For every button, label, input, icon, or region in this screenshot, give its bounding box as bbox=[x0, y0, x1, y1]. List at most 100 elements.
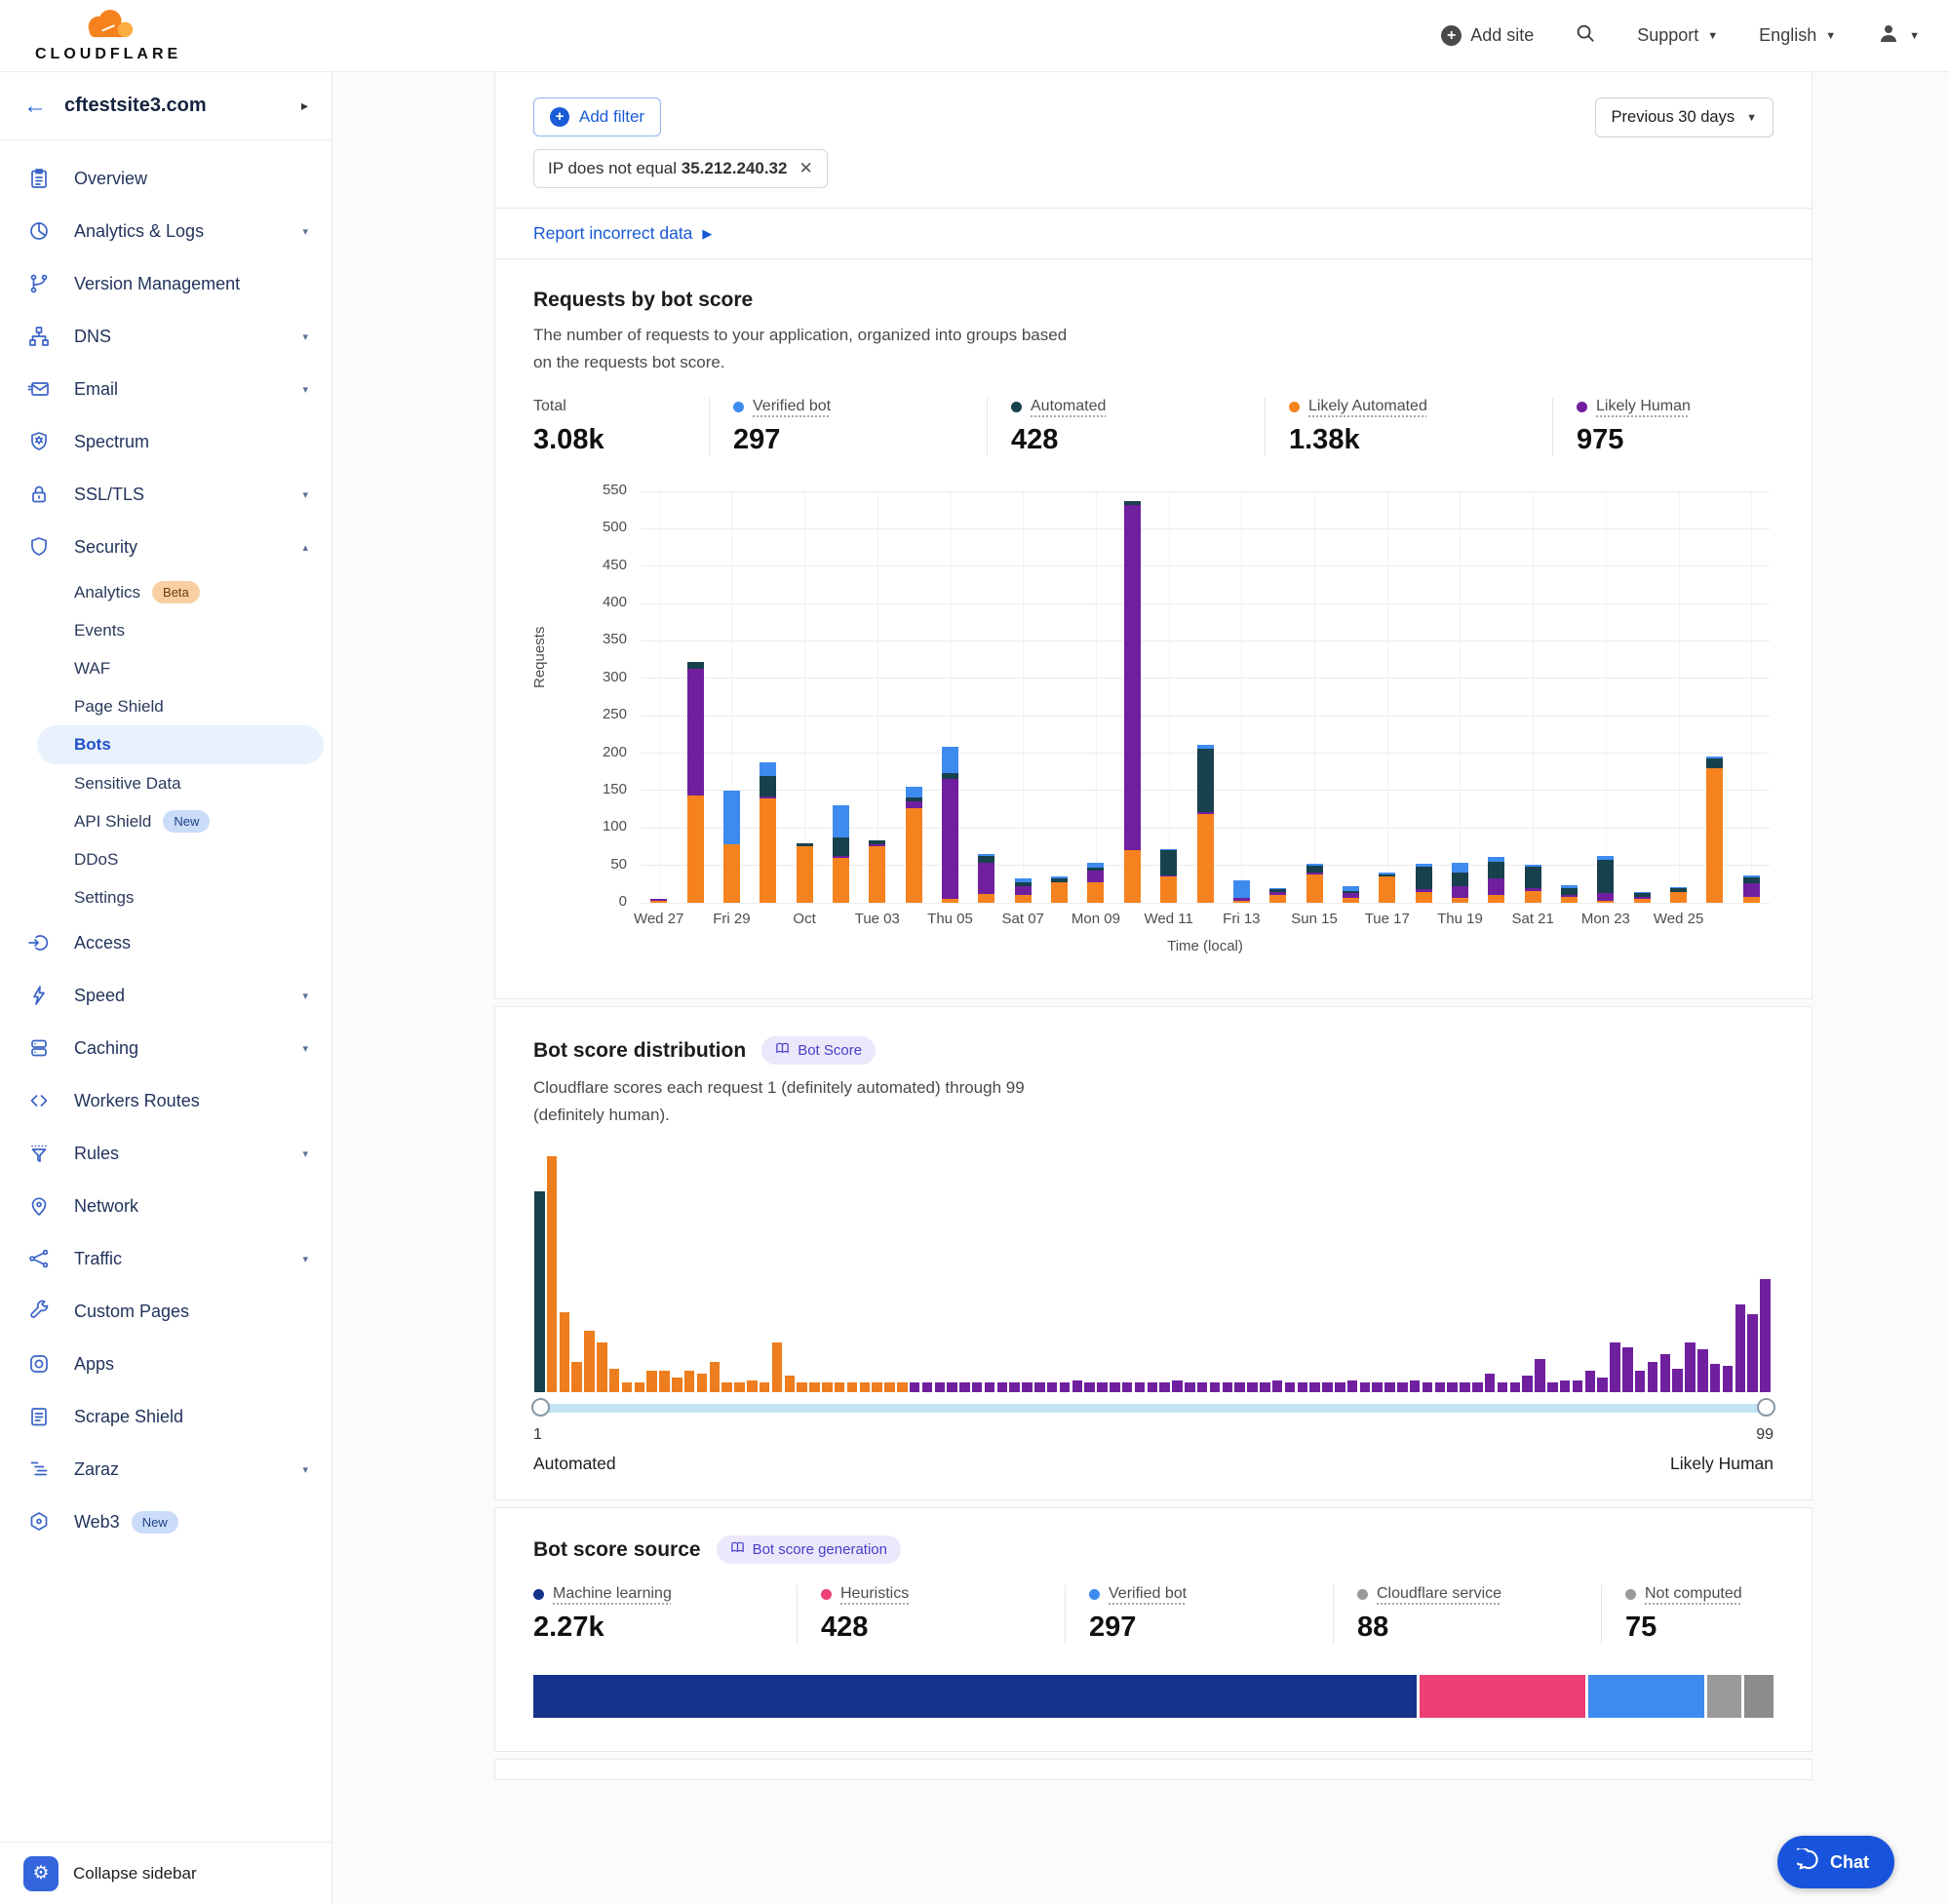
chat-button[interactable]: Chat bbox=[1777, 1836, 1894, 1888]
stat-label[interactable]: Automated bbox=[1031, 398, 1106, 415]
sidebar-item-overview[interactable]: Overview bbox=[0, 152, 331, 205]
badge-new: New bbox=[132, 1511, 178, 1534]
stacked-bar bbox=[1379, 873, 1395, 903]
sidebar-item-label: Network bbox=[74, 1196, 138, 1217]
book-icon bbox=[775, 1041, 790, 1060]
hist-bar-score-5 bbox=[584, 1331, 595, 1392]
sidebar-item-access[interactable]: Access bbox=[0, 916, 331, 969]
bot-score-generation-badge[interactable]: Bot score generation bbox=[717, 1535, 901, 1564]
stacked-bar bbox=[1160, 849, 1177, 903]
hist-bar-score-52 bbox=[1172, 1380, 1183, 1392]
slider-handle-max[interactable] bbox=[1757, 1398, 1775, 1417]
gridline bbox=[1169, 491, 1170, 903]
legend-dot bbox=[1089, 1589, 1100, 1600]
sidebar-item-security-settings[interactable]: Settings bbox=[0, 878, 331, 916]
add-site-button[interactable]: + Add site bbox=[1441, 25, 1534, 46]
chevron-down-icon: ▾ bbox=[302, 1253, 308, 1265]
sidebar-item-security-page-shield[interactable]: Page Shield bbox=[0, 687, 331, 725]
source-title: Bot score source bbox=[533, 1538, 701, 1562]
sidebar-footer: ⚙ Collapse sidebar bbox=[0, 1842, 331, 1904]
share-icon bbox=[27, 1247, 51, 1270]
bar-segment-likely-human bbox=[1452, 886, 1468, 898]
stat-label[interactable]: Verified bot bbox=[753, 398, 831, 415]
support-menu[interactable]: Support ▼ bbox=[1637, 25, 1718, 46]
sidebar-item-security[interactable]: Security▴ bbox=[0, 521, 331, 573]
report-incorrect-data-link[interactable]: Report incorrect data ▶ bbox=[533, 223, 712, 244]
date-range-select[interactable]: Previous 30 days ▼ bbox=[1595, 97, 1774, 137]
sidebar-item-label: Analytics bbox=[74, 583, 140, 602]
bar-segment-verified-bot bbox=[833, 805, 849, 838]
sidebar-item-ssl-tls[interactable]: SSL/TLS▾ bbox=[0, 468, 331, 521]
slider-handle-min[interactable] bbox=[531, 1398, 550, 1417]
stat-label[interactable]: Not computed bbox=[1645, 1585, 1742, 1603]
distribution-title: Bot score distribution bbox=[533, 1039, 746, 1063]
legend-dot bbox=[1289, 402, 1300, 412]
hist-bar-score-24 bbox=[822, 1382, 833, 1392]
sidebar-item-label: Access bbox=[74, 933, 131, 953]
stat-label[interactable]: Verified bot bbox=[1109, 1585, 1187, 1603]
sidebar-item-security-analytics[interactable]: AnalyticsBeta bbox=[0, 573, 331, 611]
sidebar-item-zaraz[interactable]: Zaraz▾ bbox=[0, 1443, 331, 1496]
stat-label[interactable]: Cloudflare service bbox=[1377, 1585, 1501, 1603]
hist-bar-score-11 bbox=[659, 1371, 670, 1392]
sidebar-item-security-api-shield[interactable]: API ShieldNew bbox=[0, 802, 331, 840]
bar-segment-likely-automated bbox=[723, 844, 740, 903]
app-icon bbox=[27, 1352, 51, 1376]
stacked-bar bbox=[1233, 880, 1250, 903]
sidebar-item-analytics-logs[interactable]: Analytics & Logs▾ bbox=[0, 205, 331, 257]
account-menu[interactable]: ▼ bbox=[1877, 21, 1920, 50]
sidebar-item-traffic[interactable]: Traffic▾ bbox=[0, 1232, 331, 1285]
sidebar-item-custom-pages[interactable]: Custom Pages bbox=[0, 1285, 331, 1338]
y-tick-label: 450 bbox=[533, 557, 627, 573]
hist-bar-score-16 bbox=[721, 1382, 732, 1392]
sidebar-item-workers-routes[interactable]: Workers Routes bbox=[0, 1074, 331, 1127]
sidebar-item-security-waf[interactable]: WAF bbox=[0, 649, 331, 687]
back-arrow-icon[interactable]: ← bbox=[23, 95, 47, 118]
hist-bar-score-67 bbox=[1360, 1382, 1371, 1392]
stat-label[interactable]: Machine learning bbox=[553, 1585, 672, 1603]
chevron-right-icon[interactable]: ▸ bbox=[301, 97, 308, 114]
sidebar-item-dns[interactable]: DNS▾ bbox=[0, 310, 331, 363]
hist-bar-score-76 bbox=[1472, 1382, 1483, 1392]
chevron-down-icon: ▼ bbox=[1909, 30, 1920, 42]
sidebar-item-web3[interactable]: Web3New bbox=[0, 1496, 331, 1548]
close-icon[interactable]: ✕ bbox=[799, 159, 812, 178]
bot-score-badge[interactable]: Bot Score bbox=[761, 1036, 876, 1065]
sidebar-item-version-management[interactable]: Version Management bbox=[0, 257, 331, 310]
slider-track[interactable] bbox=[533, 1404, 1774, 1413]
sidebar-item-security-events[interactable]: Events bbox=[0, 611, 331, 649]
sidebar-item-scrape-shield[interactable]: Scrape Shield bbox=[0, 1390, 331, 1443]
hist-bar-score-80 bbox=[1522, 1376, 1533, 1392]
hist-bar-score-15 bbox=[710, 1362, 721, 1392]
sidebar-item-spectrum[interactable]: Spectrum bbox=[0, 415, 331, 468]
y-tick-label: 500 bbox=[533, 519, 627, 535]
sidebar-item-network[interactable]: Network bbox=[0, 1180, 331, 1232]
sidebar-item-email[interactable]: Email▾ bbox=[0, 363, 331, 415]
sidebar-item-speed[interactable]: Speed▾ bbox=[0, 969, 331, 1022]
sidebar-item-apps[interactable]: Apps bbox=[0, 1338, 331, 1390]
hist-bar-score-79 bbox=[1510, 1382, 1521, 1392]
bar-segment-likely-automated bbox=[1343, 898, 1359, 903]
cloudflare-logo[interactable]: CLOUDFLARE bbox=[35, 8, 181, 63]
sidebar-item-security-bots[interactable]: Bots bbox=[37, 725, 324, 764]
sidebar-item-security-sensitive-data[interactable]: Sensitive Data bbox=[0, 764, 331, 802]
sidebar-item-security-ddos[interactable]: DDoS bbox=[0, 840, 331, 878]
sidebar-item-rules[interactable]: Rules▾ bbox=[0, 1127, 331, 1180]
add-filter-button[interactable]: + Add filter bbox=[533, 97, 661, 136]
stat-label[interactable]: Likely Automated bbox=[1308, 398, 1427, 415]
hist-bar-score-35 bbox=[959, 1382, 970, 1392]
sidebar-item-caching[interactable]: Caching▾ bbox=[0, 1022, 331, 1074]
hist-bar-score-21 bbox=[785, 1376, 796, 1392]
bar-segment-likely-automated bbox=[1634, 899, 1651, 903]
search-button[interactable] bbox=[1575, 22, 1596, 49]
stat-label[interactable]: Likely Human bbox=[1596, 398, 1691, 415]
stacked-bar bbox=[1525, 865, 1541, 903]
language-menu[interactable]: English ▼ bbox=[1759, 25, 1836, 46]
filter-chip[interactable]: IP does not equal 35.212.240.32 ✕ bbox=[533, 149, 828, 188]
gridline bbox=[1096, 491, 1097, 903]
gear-icon[interactable]: ⚙ bbox=[23, 1856, 58, 1891]
stacked-bar bbox=[797, 843, 813, 903]
stat-value: 2.27k bbox=[533, 1612, 773, 1644]
stat-label[interactable]: Heuristics bbox=[840, 1585, 909, 1603]
collapse-sidebar-button[interactable]: Collapse sidebar bbox=[73, 1864, 197, 1884]
